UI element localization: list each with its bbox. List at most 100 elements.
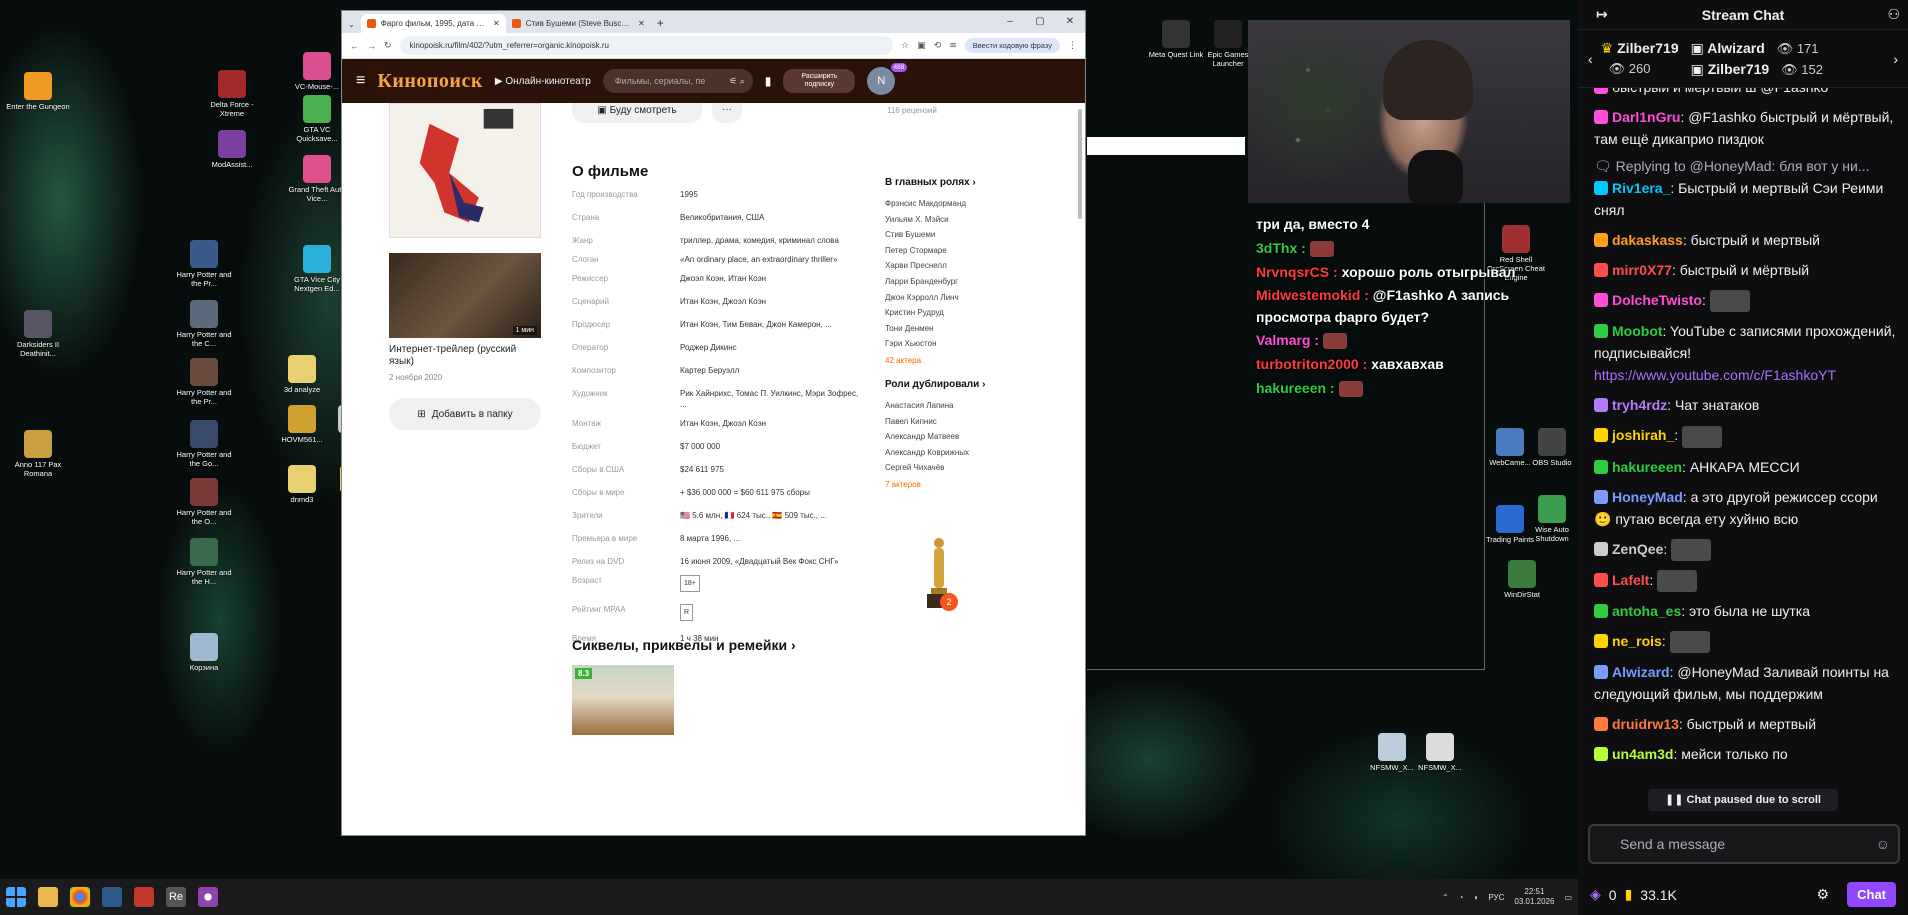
film-poster[interactable]	[389, 103, 541, 238]
sequels-title[interactable]: Сиквелы, приквелы и ремейки ›	[572, 637, 796, 653]
code-phrase-button[interactable]: Ввести кодовую фразу	[964, 38, 1060, 53]
clock[interactable]: 22:51 03.01.2026	[1514, 887, 1554, 907]
watch-later-button[interactable]: ▣ Буду смотреть	[572, 103, 702, 123]
sync-icon[interactable]: ⟲	[934, 40, 942, 51]
desktop-icon[interactable]: Darksiders II Deathinit...	[6, 310, 70, 358]
channel-points-icon[interactable]: ◈	[1590, 886, 1601, 903]
chat-username[interactable]: dakaskass	[1612, 232, 1683, 248]
raid-name[interactable]: Zilber719	[1617, 40, 1678, 56]
desktop-icon[interactable]: Grand Theft Auto Vice...	[285, 155, 349, 203]
actor-link[interactable]: Уильям Х. Мэйси	[885, 212, 1015, 228]
dub-roles-more[interactable]: 7 актеров	[885, 480, 1015, 489]
chat-username[interactable]: joshirah_	[1612, 427, 1674, 443]
desktop-icon[interactable]: Harry Potter and the Go...	[172, 420, 236, 468]
desktop-icon[interactable]: Enter the Gungeon	[6, 72, 70, 111]
actor-link[interactable]: Александр Матвеев	[885, 429, 1015, 445]
actor-link[interactable]: Кристин Рудруд	[885, 305, 1015, 321]
tab-fargo[interactable]: Фарго фильм, 1995, дата выхо... ✕	[360, 14, 506, 33]
actor-link[interactable]: Анастасия Лапина	[885, 398, 1015, 414]
online-cinema-link[interactable]: ▶ Онлайн-кинотеатр	[495, 76, 591, 87]
search-input[interactable]: Фильмы, сериалы, пе ⚟ ⌕	[602, 69, 753, 93]
app-icon[interactable]	[102, 887, 122, 907]
chat-messages[interactable]: быстрый и мертвый ш @F1ashko Darl1nGru: @…	[1578, 88, 1908, 818]
desktop-icon[interactable]: Harry Potter and the H...	[172, 538, 236, 586]
desktop-icon[interactable]: Anno 117 Pax Romana	[6, 430, 70, 478]
more-options-button[interactable]: ···	[712, 103, 742, 123]
actor-link[interactable]: Сергей Чихачёв	[885, 460, 1015, 476]
chat-username[interactable]: mirr0X77	[1612, 262, 1672, 278]
prev-arrow-icon[interactable]: ‹	[1588, 51, 1593, 67]
close-icon[interactable]: ✕	[493, 19, 500, 28]
chat-username[interactable]: HoneyMad	[1612, 489, 1683, 505]
collapse-icon[interactable]: ↦	[1596, 6, 1608, 23]
desktop-icon[interactable]: Корзина	[172, 633, 236, 672]
main-roles-more[interactable]: 42 актера	[885, 356, 1015, 365]
desktop-icon[interactable]: Wise Auto Shutdown	[1520, 495, 1578, 543]
users-icon[interactable]: ⚇	[1887, 6, 1900, 23]
bookmark-star-icon[interactable]: ☆	[901, 40, 909, 51]
minimize-icon[interactable]: –	[995, 11, 1025, 33]
next-arrow-icon[interactable]: ›	[1893, 51, 1898, 67]
notifications-icon[interactable]: ▭	[1564, 893, 1572, 902]
reload-icon[interactable]: ↻	[384, 40, 392, 51]
obs-icon[interactable]	[198, 887, 218, 907]
hamburger-icon[interactable]: ≡	[356, 72, 365, 90]
actor-link[interactable]: Петер Стормаре	[885, 243, 1015, 259]
page-scrollbar[interactable]	[1077, 103, 1083, 835]
fact-value[interactable]: Итан Коэн, Джоэл Коэн	[680, 418, 766, 429]
desktop-icon[interactable]: Harry Potter and the Pr...	[172, 240, 236, 288]
language-indicator[interactable]: РУС	[1488, 893, 1504, 902]
emote-picker-icon[interactable]: ☺	[1876, 826, 1890, 862]
tray-arrow-icon[interactable]: ⌃	[1442, 893, 1449, 902]
desktop-icon[interactable]: NFSMW_X...	[1408, 733, 1472, 772]
actor-link[interactable]: Ларри Бранденбург	[885, 274, 1015, 290]
desktop-icon[interactable]: Harry Potter and the Pr...	[172, 358, 236, 406]
chat-username[interactable]: Riv1era_	[1612, 180, 1670, 196]
main-roles-title[interactable]: В главных ролях ›	[885, 177, 1015, 188]
desktop-icon[interactable]: Delta Force - Xtreme	[200, 70, 264, 118]
chat-username[interactable]: hakureeen	[1612, 459, 1682, 475]
volume-icon[interactable]: ◖	[1474, 893, 1479, 902]
bookmark-icon[interactable]: ▮	[765, 74, 772, 88]
chat-button[interactable]: Chat	[1847, 882, 1896, 907]
dub-title[interactable]: Роли дублировали ›	[885, 379, 1015, 390]
tab-buscemi[interactable]: Стив Бушеми (Steve Buscemi) - ✕	[506, 14, 651, 33]
add-to-folder-button[interactable]: ⊞ Добавить в папку	[389, 398, 541, 430]
chat-username[interactable]: druidrw13	[1612, 716, 1679, 732]
chrome-icon[interactable]	[70, 887, 90, 907]
scrollbar-thumb[interactable]	[1078, 109, 1082, 219]
desktop-icon[interactable]: GTA VC Quicksave...	[285, 95, 349, 143]
new-tab-icon[interactable]: +	[651, 16, 670, 33]
chat-username[interactable]: tryh4rdz	[1612, 397, 1667, 413]
desktop-icon[interactable]: WinDirStat	[1490, 560, 1554, 599]
app-icon[interactable]	[134, 887, 154, 907]
send-message-input[interactable]: Send a message ☺	[1588, 824, 1900, 864]
kinopoisk-logo[interactable]: Кинопоиск	[377, 70, 483, 93]
close-icon[interactable]: ✕	[638, 19, 645, 28]
windows-start-icon[interactable]	[6, 887, 26, 907]
reviews-count[interactable]: 116 рецензий	[887, 106, 937, 115]
desktop-icon[interactable]: Harry Potter and the O...	[172, 478, 236, 526]
fact-value[interactable]: Джоэл Коэн, Итан Коэн	[680, 273, 766, 284]
settings-gear-icon[interactable]: ⚙	[1817, 886, 1830, 903]
chat-username[interactable]: DolcheTwisto	[1612, 292, 1702, 308]
desktop-icon[interactable]: VC-Mouse-...	[285, 52, 349, 91]
extension-icon[interactable]: ▣	[917, 40, 926, 51]
menu-icon[interactable]: ⋮	[1068, 40, 1077, 51]
chat-username[interactable]: Moobot	[1612, 323, 1663, 339]
maximize-icon[interactable]: ▢	[1025, 11, 1055, 33]
chat-username[interactable]: un4am3d	[1612, 746, 1673, 762]
chat-username[interactable]: Darl1nGru	[1612, 109, 1680, 125]
forward-icon[interactable]: →	[367, 41, 376, 51]
fact-value[interactable]: Роджер Дикинс	[680, 342, 737, 353]
file-explorer-icon[interactable]	[38, 887, 58, 907]
close-window-icon[interactable]: ✕	[1055, 11, 1085, 33]
trailer-title[interactable]: Интернет-трейлер (русский язык)	[389, 344, 541, 368]
actor-link[interactable]: Павел Кипнис	[885, 414, 1015, 430]
back-icon[interactable]: ←	[350, 41, 359, 51]
chat-username[interactable]: ZenQee	[1612, 541, 1663, 557]
subscribe-button[interactable]: Расширить подписку	[783, 69, 856, 93]
reply-context[interactable]: 🗨 Replying to @HoneyMad: бля вот у ни...	[1594, 158, 1896, 175]
network-icon[interactable]: ◔	[1459, 893, 1464, 902]
actor-link[interactable]: Тони Денмен	[885, 321, 1015, 337]
